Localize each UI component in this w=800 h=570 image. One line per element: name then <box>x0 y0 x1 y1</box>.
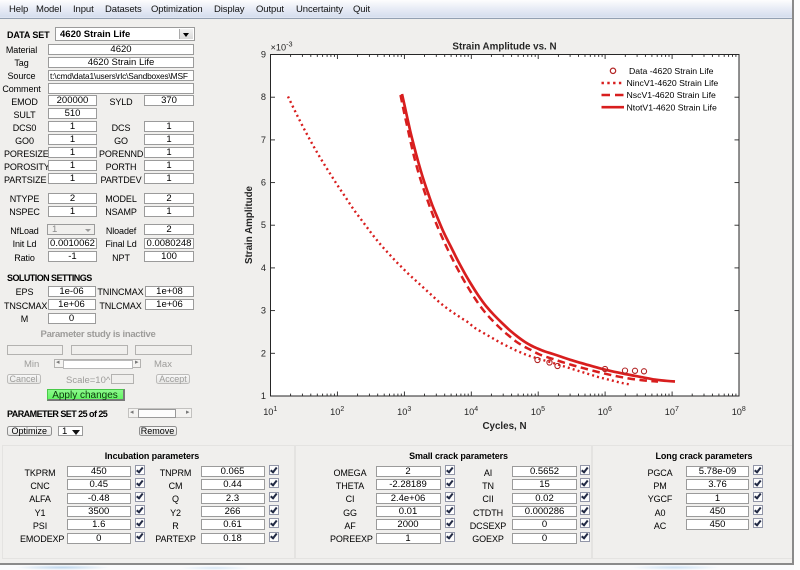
svg-text:NincV1-4620 Strain Life: NincV1-4620 Strain Life <box>627 78 719 88</box>
svg-text:105: 105 <box>531 406 545 417</box>
svg-text:Cycles, N: Cycles, N <box>482 421 526 432</box>
svg-text:108: 108 <box>732 406 746 417</box>
svg-text:103: 103 <box>397 406 411 417</box>
svg-text:107: 107 <box>665 406 679 417</box>
svg-text:Strain Amplitude vs. N: Strain Amplitude vs. N <box>452 42 556 53</box>
svg-text:9: 9 <box>261 50 266 60</box>
svg-text:NscV1-4620 Strain Life: NscV1-4620 Strain Life <box>627 90 717 100</box>
svg-text:3: 3 <box>261 306 266 316</box>
svg-text:7: 7 <box>261 135 266 145</box>
svg-text:NtotV1-4620 Strain Life: NtotV1-4620 Strain Life <box>627 102 717 112</box>
svg-text:Strain Amplitude: Strain Amplitude <box>244 185 255 264</box>
svg-text:×10-3: ×10-3 <box>271 40 293 53</box>
svg-text:6: 6 <box>261 178 266 188</box>
svg-text:106: 106 <box>598 406 612 417</box>
svg-text:Data -4620 Strain Life: Data -4620 Strain Life <box>629 66 714 76</box>
svg-text:102: 102 <box>330 406 344 417</box>
svg-text:101: 101 <box>263 406 277 417</box>
svg-text:5: 5 <box>261 220 266 230</box>
svg-text:4: 4 <box>261 263 266 273</box>
svg-text:1: 1 <box>261 391 266 401</box>
svg-text:104: 104 <box>464 406 478 417</box>
svg-text:8: 8 <box>261 92 266 102</box>
svg-text:2: 2 <box>261 348 266 358</box>
